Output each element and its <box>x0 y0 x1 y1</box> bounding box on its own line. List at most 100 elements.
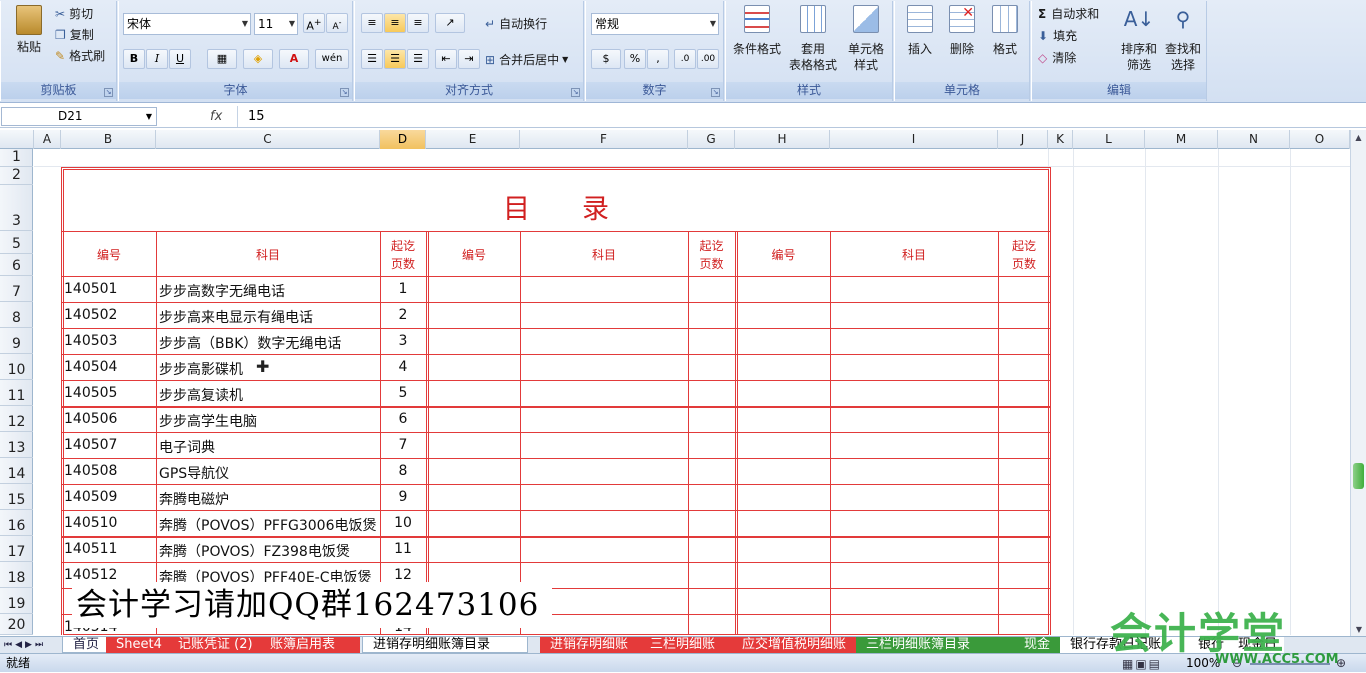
entry-code[interactable]: 140504 <box>64 359 117 375</box>
entry-code[interactable]: 140512 <box>64 567 117 583</box>
entry-page[interactable]: 8 <box>380 463 426 479</box>
row-header[interactable]: 16 <box>0 510 33 536</box>
entry-page[interactable]: 11 <box>380 541 426 557</box>
bold-button[interactable]: B <box>123 49 145 69</box>
orientation-button[interactable]: ↗ <box>435 13 465 33</box>
font-name-select[interactable]: 宋体 ▼ <box>123 13 251 35</box>
cut-button[interactable]: ✂ 剪切 <box>55 5 93 22</box>
dialog-launcher-icon[interactable]: ↘ <box>104 88 113 97</box>
entry-page[interactable]: 6 <box>380 411 426 427</box>
tab-ledger-start[interactable]: 账簿启用表 <box>260 637 360 653</box>
clear-button[interactable]: ◇ 清除 <box>1038 49 1076 66</box>
entry-page[interactable]: 4 <box>380 359 426 375</box>
tab-cash[interactable]: 现金 <box>1014 637 1060 653</box>
conditional-format-button[interactable]: 条件格式 <box>730 5 784 57</box>
sort-filter-button[interactable]: A↓ 排序和 筛选 <box>1118 5 1160 73</box>
entry-subject[interactable]: GPS导航仪 <box>159 463 229 483</box>
align-center-button[interactable]: ☰ <box>384 49 406 69</box>
dialog-launcher-icon[interactable]: ↘ <box>711 88 720 97</box>
view-buttons[interactable]: ▦▣▤ <box>1122 655 1162 673</box>
grow-font-button[interactable]: A+ <box>303 13 325 33</box>
entry-code[interactable]: 140506 <box>64 411 117 427</box>
row-header[interactable]: 19 <box>0 588 33 614</box>
autosum-button[interactable]: Σ 自动求和 <box>1038 5 1099 22</box>
decrease-decimal-button[interactable]: .00 <box>697 49 719 69</box>
find-select-button[interactable]: ⚲ 查找和 选择 <box>1162 5 1204 73</box>
entry-subject[interactable]: 电子词典 <box>159 437 215 457</box>
row-header[interactable]: 3 <box>0 185 33 231</box>
format-cells-button[interactable]: 格式 <box>983 5 1027 57</box>
insert-button[interactable]: 插入 <box>899 5 941 57</box>
entry-subject[interactable]: 奔腾电磁炉 <box>159 489 229 509</box>
align-middle-button[interactable]: ≡ <box>384 13 406 33</box>
fill-button[interactable]: ⬇ 填充 <box>1038 27 1077 44</box>
dialog-launcher-icon[interactable]: ↘ <box>340 88 349 97</box>
row-header[interactable]: 20 <box>0 614 33 635</box>
delete-button[interactable]: ✕ 删除 <box>941 5 983 57</box>
scroll-up-icon[interactable]: ▲ <box>1351 130 1366 146</box>
entry-code[interactable]: 140501 <box>64 281 117 297</box>
tab-inventory-catalog[interactable]: 进销存明细账簿目录 <box>362 637 528 653</box>
tab-three-column-catalog[interactable]: 三栏明细账簿目录 <box>856 637 1014 653</box>
number-format-select[interactable]: 常规 ▼ <box>591 13 719 35</box>
formula-input[interactable]: 15 <box>237 106 1348 127</box>
row-header[interactable]: 13 <box>0 432 33 458</box>
row-header[interactable]: 5 <box>0 231 33 254</box>
row-header[interactable]: 1 <box>0 149 33 167</box>
column-header[interactable]: I <box>830 130 998 149</box>
border-button[interactable]: ▦ <box>207 49 237 69</box>
entry-code[interactable]: 140507 <box>64 437 117 453</box>
column-header[interactable]: O <box>1290 130 1350 149</box>
tab-sheet4[interactable]: Sheet4 <box>106 637 168 653</box>
column-header[interactable]: G <box>688 130 735 149</box>
row-header[interactable]: 14 <box>0 458 33 484</box>
align-bottom-button[interactable]: ≡ <box>407 13 429 33</box>
entry-code[interactable]: 140510 <box>64 515 117 531</box>
row-header[interactable]: 2 <box>0 167 33 185</box>
vertical-scrollbar[interactable]: ▲ ▼ <box>1350 130 1366 636</box>
accounting-button[interactable]: $ <box>591 49 621 69</box>
row-header[interactable]: 11 <box>0 380 33 406</box>
column-header[interactable]: H <box>735 130 830 149</box>
row-header[interactable]: 18 <box>0 562 33 588</box>
insert-function-icon[interactable]: fx <box>210 109 222 124</box>
decrease-indent-button[interactable]: ⇤ <box>435 49 457 69</box>
tab-inventory-ledger[interactable]: 进销存明细账 <box>540 637 640 653</box>
row-header[interactable]: 17 <box>0 536 33 562</box>
column-header[interactable]: K <box>1048 130 1073 149</box>
font-size-select[interactable]: 11 ▼ <box>254 13 298 35</box>
percent-button[interactable]: % <box>624 49 646 69</box>
column-header[interactable]: M <box>1145 130 1218 149</box>
entry-subject[interactable]: 步步高影碟机 <box>159 359 243 379</box>
select-all-corner[interactable] <box>0 130 34 149</box>
increase-indent-button[interactable]: ⇥ <box>458 49 480 69</box>
tab-nav-arrows[interactable]: ⏮◀▶⏭ <box>4 637 46 653</box>
column-header[interactable]: F <box>520 130 688 149</box>
row-header[interactable]: 8 <box>0 302 33 328</box>
format-painter-button[interactable]: ✎ 格式刷 <box>55 47 105 64</box>
column-header[interactable]: E <box>426 130 520 149</box>
align-right-button[interactable]: ☰ <box>407 49 429 69</box>
dialog-launcher-icon[interactable]: ↘ <box>571 88 580 97</box>
column-header[interactable]: B <box>61 130 156 149</box>
entry-page[interactable]: 9 <box>380 489 426 505</box>
row-header[interactable]: 12 <box>0 406 33 432</box>
entry-subject[interactable]: 步步高（BBK）数字无绳电话 <box>159 333 341 353</box>
entry-subject[interactable]: 奔腾（POVOS）FZ398电饭煲 <box>159 541 350 561</box>
paste-button[interactable]: 粘贴 <box>9 5 49 55</box>
column-header[interactable]: C <box>156 130 380 149</box>
copy-button[interactable]: ❐ 复制 <box>55 26 94 43</box>
phonetic-button[interactable]: wén <box>315 49 349 69</box>
entry-code[interactable]: 140511 <box>64 541 117 557</box>
italic-button[interactable]: I <box>146 49 168 69</box>
entry-page[interactable]: 2 <box>380 307 426 323</box>
increase-decimal-button[interactable]: .0 <box>674 49 696 69</box>
scroll-down-icon[interactable]: ▼ <box>1351 625 1366 634</box>
entry-code[interactable]: 140505 <box>64 385 117 401</box>
wrap-text-button[interactable]: ↵ 自动换行 <box>485 15 547 32</box>
entry-subject[interactable]: 奔腾（POVOS）PFFG3006电饭煲 <box>159 515 376 535</box>
align-top-button[interactable]: ≡ <box>361 13 383 33</box>
tab-three-column[interactable]: 三栏明细账 <box>640 637 732 653</box>
entry-subject[interactable]: 步步高数字无绳电话 <box>159 281 285 301</box>
tab-voucher-2[interactable]: 记账凭证 (2) <box>168 637 260 653</box>
